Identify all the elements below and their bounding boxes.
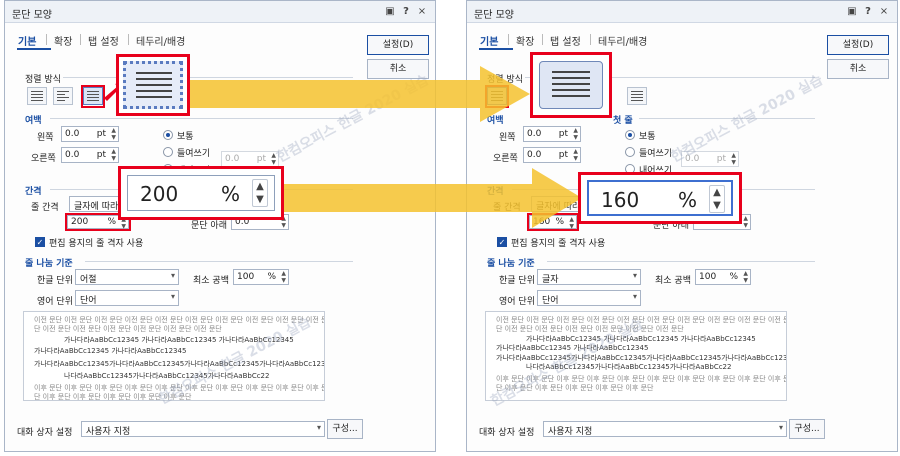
min-space-input[interactable]: 100% ▲ ▼ xyxy=(695,269,751,285)
first-line-normal-label: 보통 xyxy=(639,132,656,142)
min-space-label: 최소 공백 xyxy=(655,276,691,286)
right-margin-label: 오른쪽 xyxy=(493,154,518,164)
zoomed-line-spacing-highlight: 160 % ▲ ▼ xyxy=(578,172,742,224)
tab-divider xyxy=(542,34,543,45)
alignment-label: 정렬 방식 xyxy=(25,75,61,85)
left-margin-label: 왼쪽 xyxy=(37,133,54,143)
confirm-button[interactable]: 설정(D) xyxy=(827,35,889,55)
right-margin-label: 오른쪽 xyxy=(31,154,56,164)
tab-divider xyxy=(590,34,591,45)
dialog-title: 문단 모양 xyxy=(474,10,514,21)
align-distribute-icon xyxy=(123,61,183,109)
min-space-input[interactable]: 100% ▲ ▼ xyxy=(233,269,289,285)
left-margin-input[interactable]: 0.0 pt ▲ ▼ xyxy=(61,126,119,142)
english-unit-label: 영어 단위 xyxy=(37,297,73,307)
tab-divider xyxy=(508,34,509,45)
active-tab-indicator xyxy=(479,48,513,50)
align-distribute-icon[interactable] xyxy=(627,87,647,105)
line-grid-checkbox[interactable]: ✓ xyxy=(35,237,45,247)
align-distribute-icon[interactable] xyxy=(83,87,103,105)
english-unit-label: 영어 단위 xyxy=(499,297,535,307)
zoomed-align-icon-highlight xyxy=(116,54,190,116)
tab-basic[interactable]: 기본 xyxy=(18,33,36,48)
min-space-label: 최소 공백 xyxy=(193,276,229,286)
config-button[interactable]: 구성... xyxy=(789,419,825,439)
first-line-indent-radio[interactable] xyxy=(163,147,173,157)
dialog-setting-label: 대화 상자 설정 xyxy=(17,428,73,438)
spinner-arrows-icon: ▲ ▼ xyxy=(252,179,268,207)
first-line-value-input: 0.0 pt ▲ ▼ xyxy=(221,151,279,167)
spinner-arrows-icon: ▲ ▼ xyxy=(709,185,725,213)
arrow-right-icon xyxy=(282,168,582,228)
left-margin-label: 왼쪽 xyxy=(499,133,516,143)
korean-unit-label: 한글 단위 xyxy=(37,276,73,286)
line-spacing-label: 줄 간격 xyxy=(31,203,59,213)
dialog-setting-select[interactable]: 사용자 지정 ▾ xyxy=(543,421,787,437)
divider xyxy=(547,261,815,262)
right-margin-input[interactable]: 0.0 pt ▲ ▼ xyxy=(523,147,581,163)
help-icon[interactable]: ? xyxy=(861,5,875,19)
tab-divider xyxy=(46,34,47,45)
korean-unit-select[interactable]: 어절 ▾ xyxy=(75,269,179,285)
tab-divider xyxy=(128,34,129,45)
confirm-button[interactable]: 설정(D) xyxy=(367,35,429,55)
first-line-section-label: 첫 줄 xyxy=(613,116,633,126)
line-grid-label: 편집 용지의 줄 격자 사용 xyxy=(49,239,144,249)
close-icon[interactable]: × xyxy=(415,5,429,19)
english-unit-select[interactable]: 단어 ▾ xyxy=(75,290,179,306)
left-margin-input[interactable]: 0.0 pt ▲ ▼ xyxy=(523,126,581,142)
first-line-indent-label: 들여쓰기 xyxy=(177,149,211,159)
config-button[interactable]: 구성... xyxy=(327,419,363,439)
tab-tab-settings[interactable]: 탭 설정 xyxy=(550,33,581,48)
tab-divider xyxy=(80,34,81,45)
tab-extended[interactable]: 확장 xyxy=(54,33,72,48)
help-icon[interactable]: ? xyxy=(399,5,413,19)
zoomed-align-icon-highlight xyxy=(530,52,612,118)
box-icon[interactable]: ▣ xyxy=(845,5,859,19)
korean-unit-select[interactable]: 글자 ▾ xyxy=(537,269,641,285)
zoomed-line-spacing-input: 200 % ▲ ▼ xyxy=(127,175,275,211)
line-break-section-label: 줄 나눔 기준 xyxy=(487,259,535,269)
title-bar: 문단 모양 ▣ ? × xyxy=(467,1,897,23)
dialog-title: 문단 모양 xyxy=(12,10,52,21)
tab-border-background[interactable]: 테두리/배경 xyxy=(136,33,185,48)
line-break-section-label: 줄 나눔 기준 xyxy=(25,259,73,269)
tab-extended[interactable]: 확장 xyxy=(516,33,534,48)
arrow-right-icon xyxy=(190,66,530,122)
margin-section-label: 여백 xyxy=(25,116,42,126)
first-line-indent-radio[interactable] xyxy=(625,147,635,157)
tab-basic[interactable]: 기본 xyxy=(480,33,498,48)
align-justify-icon xyxy=(539,61,603,109)
align-left-icon[interactable] xyxy=(53,87,73,105)
tab-tab-settings[interactable]: 탭 설정 xyxy=(88,33,119,48)
align-justify-icon[interactable] xyxy=(27,87,47,105)
korean-unit-label: 한글 단위 xyxy=(499,276,535,286)
zoomed-line-spacing-highlight: 200 % ▲ ▼ xyxy=(118,166,284,220)
right-margin-input[interactable]: 0.0 pt ▲ ▼ xyxy=(61,147,119,163)
close-icon[interactable]: × xyxy=(877,5,891,19)
spacing-section-label: 간격 xyxy=(25,187,42,197)
title-bar: 문단 모양 ▣ ? × xyxy=(5,1,435,23)
first-line-normal-radio[interactable] xyxy=(163,130,173,140)
active-tab-indicator xyxy=(17,48,51,50)
zoomed-line-spacing-input: 160 % ▲ ▼ xyxy=(587,180,733,216)
english-unit-select[interactable]: 단어 ▾ xyxy=(537,290,641,306)
first-line-normal-label: 보통 xyxy=(177,132,194,142)
first-line-normal-radio[interactable] xyxy=(625,130,635,140)
line-grid-checkbox[interactable]: ✓ xyxy=(497,237,507,247)
divider xyxy=(85,261,353,262)
dialog-setting-label: 대화 상자 설정 xyxy=(479,428,535,438)
cancel-button[interactable]: 취소 xyxy=(827,59,889,79)
tab-border-background[interactable]: 테두리/배경 xyxy=(598,33,647,48)
box-icon[interactable]: ▣ xyxy=(383,5,397,19)
line-grid-label: 편집 용지의 줄 격자 사용 xyxy=(511,239,606,249)
dialog-setting-select[interactable]: 사용자 지정 ▾ xyxy=(81,421,325,437)
